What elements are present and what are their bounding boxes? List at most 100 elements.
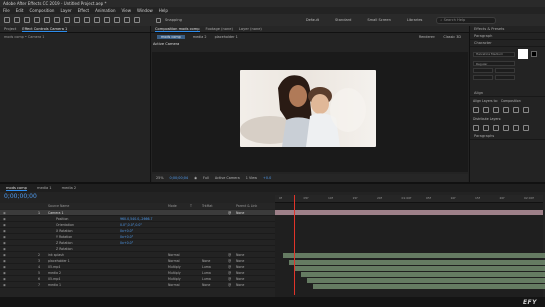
- timeline-track-area[interactable]: [275, 203, 545, 297]
- shape-tool-icon[interactable]: [74, 17, 80, 23]
- layer-trkmat[interactable]: Luma: [202, 277, 222, 281]
- visibility-eye-icon[interactable]: ◉: [3, 235, 6, 239]
- layer-mode[interactable]: Multiply: [168, 265, 190, 269]
- timeline-timecode[interactable]: 0;00;00;00: [4, 193, 37, 200]
- workspace-small-screen[interactable]: Small Screen: [361, 18, 396, 22]
- parent-pickwhip-icon[interactable]: @: [228, 265, 231, 269]
- workspace-libraries[interactable]: Libraries: [401, 18, 429, 22]
- parent-pickwhip-icon[interactable]: @: [228, 271, 231, 275]
- layer-duration-bar[interactable]: [313, 284, 545, 290]
- views-dropdown[interactable]: 1 View: [246, 176, 257, 180]
- parent-pickwhip-icon[interactable]: @: [228, 259, 231, 263]
- visibility-eye-icon[interactable]: ◉: [3, 241, 6, 245]
- search-help-input[interactable]: ⌕ Search Help: [436, 16, 497, 24]
- layer-duration-bar[interactable]: [283, 253, 545, 259]
- clone-tool-icon[interactable]: [114, 17, 120, 23]
- font-family-field[interactable]: Helvetica Medium: [473, 51, 515, 57]
- font-style-field[interactable]: Regular: [473, 61, 515, 66]
- layer-name[interactable]: 05.mp4: [48, 277, 108, 281]
- visibility-eye-icon[interactable]: ◉: [3, 229, 6, 233]
- timeline-tab-media-1[interactable]: media 1: [37, 186, 52, 190]
- visibility-eye-icon[interactable]: ◉: [3, 223, 6, 227]
- layer-duration-bar[interactable]: [275, 216, 543, 221]
- layer-mode[interactable]: 0x+0.0°: [120, 229, 165, 233]
- visibility-eye-icon[interactable]: ◉: [3, 271, 6, 275]
- layer-name[interactable]: ink splash: [48, 253, 108, 257]
- layer-mode[interactable]: Multiply: [168, 271, 190, 275]
- paragraphs-header[interactable]: Paragraphs: [470, 133, 545, 140]
- menu-item-file[interactable]: File: [3, 8, 10, 13]
- layer-parent[interactable]: None: [236, 259, 266, 263]
- subtab-mods-comp[interactable]: mods comp: [157, 34, 185, 39]
- layer-mode[interactable]: 0.0°,0.0°,0.0°: [120, 223, 165, 227]
- layer-name[interactable]: media 2: [48, 271, 108, 275]
- align-vcenter-icon[interactable]: [513, 107, 519, 113]
- rotate-tool-icon[interactable]: [44, 17, 50, 23]
- character-header[interactable]: Character: [470, 40, 545, 47]
- distribute-bottom-icon[interactable]: [493, 125, 499, 131]
- home-icon[interactable]: [4, 17, 10, 23]
- layer-name[interactable]: Position: [56, 217, 116, 221]
- layer-mode[interactable]: Normal: [168, 253, 190, 257]
- col-parent[interactable]: Parent & Link: [236, 204, 257, 208]
- parent-pickwhip-icon[interactable]: @: [228, 211, 231, 215]
- parent-pickwhip-icon[interactable]: @: [228, 277, 231, 281]
- layer-trkmat[interactable]: None: [202, 283, 222, 287]
- col-source-name[interactable]: Source Name: [48, 204, 69, 208]
- subtab-placeholder-1[interactable]: placeholder 1: [215, 35, 238, 39]
- tracking-field[interactable]: [495, 75, 515, 80]
- layer-mode[interactable]: 960.0,540.0,-2666.7: [120, 217, 165, 221]
- layer-mode[interactable]: Normal: [168, 259, 190, 263]
- layer-trkmat[interactable]: None: [202, 259, 222, 263]
- layer-mode[interactable]: 0x+0.0°: [120, 241, 165, 245]
- menu-item-effect[interactable]: Effect: [78, 8, 90, 13]
- leading-field[interactable]: [495, 68, 515, 73]
- hand-tool-icon[interactable]: [24, 17, 30, 23]
- layer-parent[interactable]: None: [236, 253, 266, 257]
- layer-mode[interactable]: Multiply: [168, 277, 190, 281]
- layer-name[interactable]: Orientation: [56, 223, 116, 227]
- workspace-default[interactable]: Default: [300, 18, 325, 22]
- menu-item-window[interactable]: Window: [137, 8, 153, 13]
- layer-name[interactable]: Z Rotation: [56, 247, 116, 251]
- tab-project[interactable]: Project: [4, 27, 16, 31]
- kerning-field[interactable]: [473, 75, 493, 80]
- align-header[interactable]: Align: [470, 90, 545, 97]
- layer-name[interactable]: 05.mp4: [48, 265, 108, 269]
- fill-color-swatch[interactable]: [518, 49, 528, 59]
- layer-duration-bar[interactable]: [307, 278, 545, 284]
- layer-duration-bar[interactable]: [295, 265, 545, 271]
- layer-duration-bar[interactable]: [275, 235, 543, 240]
- distribute-top-icon[interactable]: [473, 125, 479, 131]
- col-trkmat[interactable]: TrkMat: [202, 204, 213, 208]
- distribute-vcenter-icon[interactable]: [483, 125, 489, 131]
- effects-presets-header[interactable]: Effects & Presets: [470, 26, 545, 33]
- parent-pickwhip-icon[interactable]: @: [228, 253, 231, 257]
- subtab-media-2[interactable]: media 2: [193, 35, 207, 39]
- visibility-eye-icon[interactable]: ◉: [3, 247, 6, 251]
- layer-duration-bar[interactable]: [289, 259, 545, 265]
- menu-item-edit[interactable]: Edit: [16, 8, 24, 13]
- distribute-right-icon[interactable]: [523, 125, 529, 131]
- layer-duration-bar[interactable]: [275, 241, 543, 246]
- visibility-eye-icon[interactable]: ◉: [3, 211, 6, 215]
- menu-item-layer[interactable]: Layer: [60, 8, 71, 13]
- camera-icon[interactable]: ◉: [194, 176, 197, 180]
- menu-item-composition[interactable]: Composition: [29, 8, 54, 13]
- selection-tool-icon[interactable]: [14, 17, 20, 23]
- align-hcenter-icon[interactable]: [483, 107, 489, 113]
- layer-parent[interactable]: None: [236, 283, 266, 287]
- layer-name[interactable]: X Rotation: [56, 229, 116, 233]
- visibility-eye-icon[interactable]: ◉: [3, 277, 6, 281]
- layer-duration-bar[interactable]: [275, 229, 543, 234]
- menu-item-view[interactable]: View: [122, 8, 132, 13]
- col-t[interactable]: T: [190, 204, 192, 208]
- layer-parent[interactable]: None: [236, 277, 266, 281]
- tab-footage[interactable]: Footage (none): [206, 27, 233, 31]
- layer-name[interactable]: placeholder 1: [48, 259, 108, 263]
- camera-dropdown[interactable]: Active Camera: [215, 176, 240, 180]
- visibility-eye-icon[interactable]: ◉: [3, 259, 6, 263]
- layer-duration-bar[interactable]: [275, 210, 543, 215]
- font-size-field[interactable]: [473, 68, 493, 73]
- visibility-eye-icon[interactable]: ◉: [3, 283, 6, 287]
